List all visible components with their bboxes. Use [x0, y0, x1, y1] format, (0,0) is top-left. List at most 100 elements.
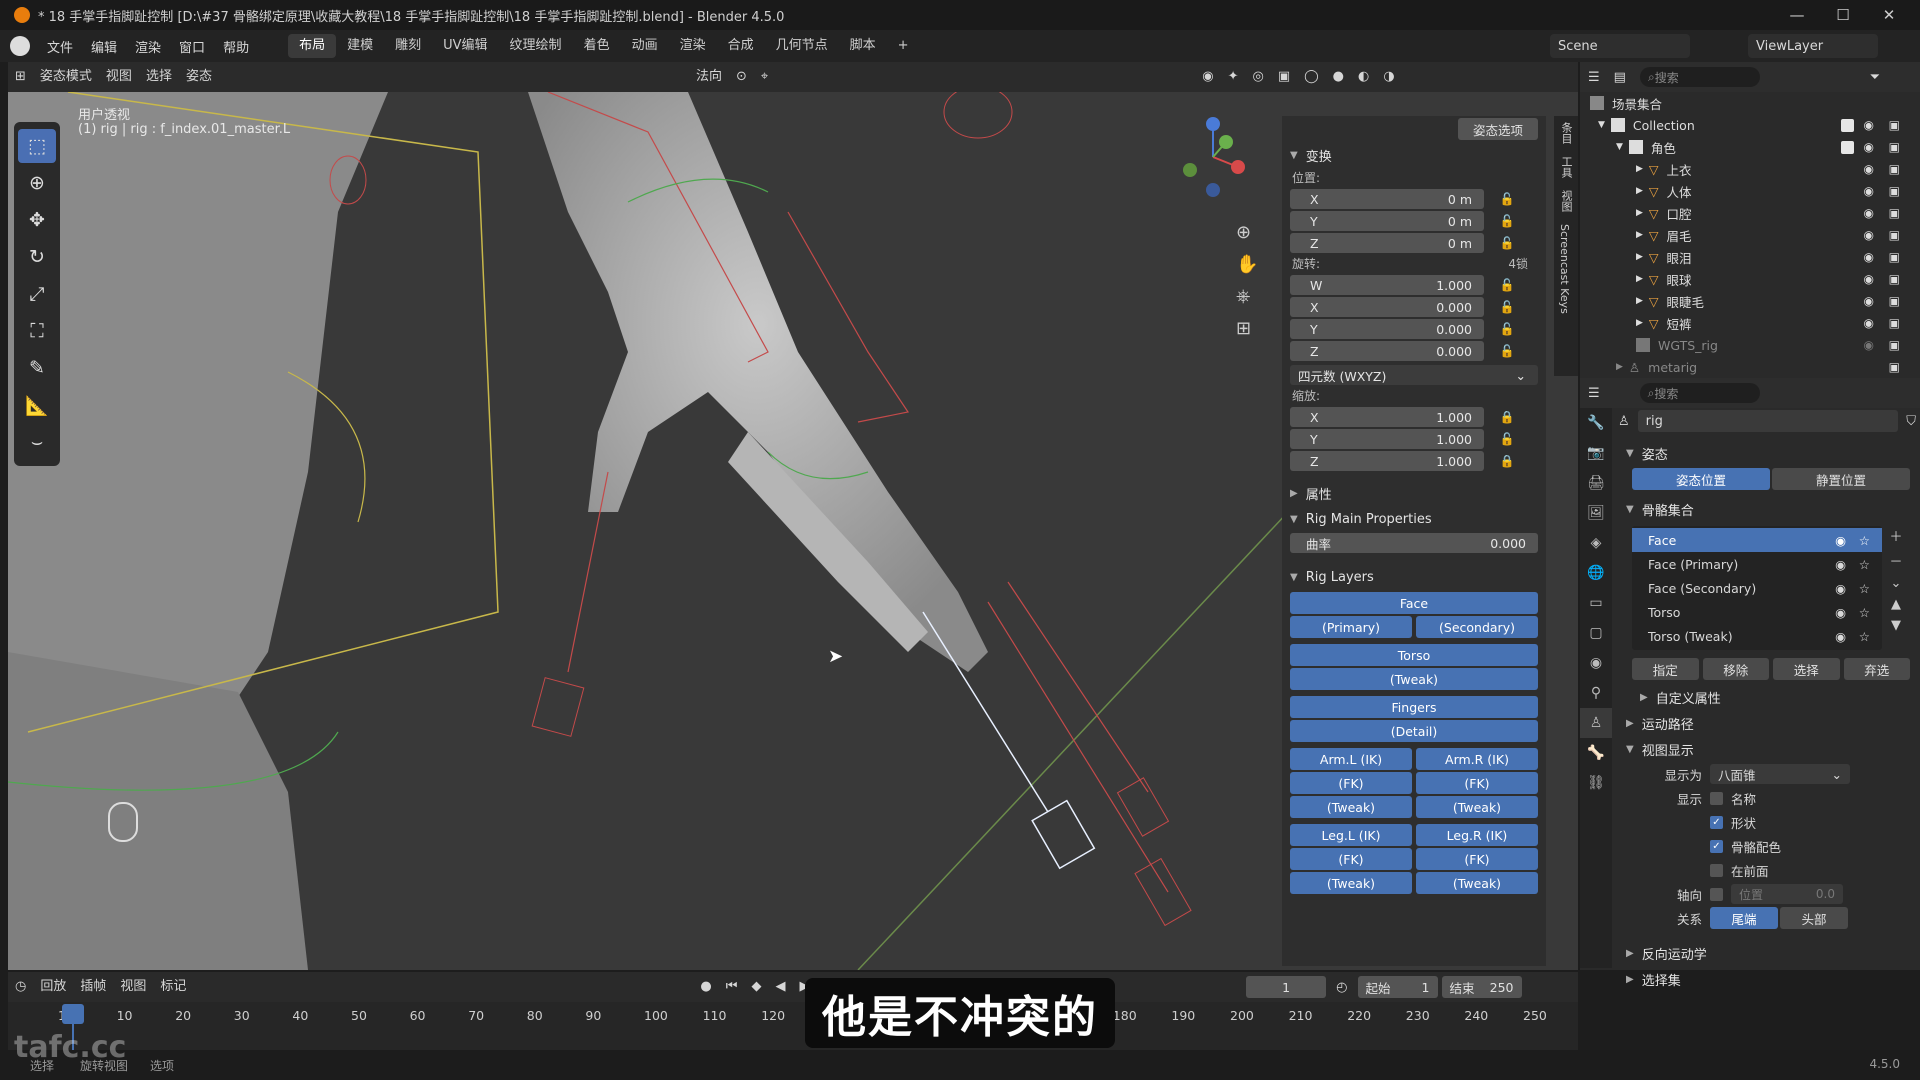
workspace-tab-shading[interactable]: 着色 [573, 34, 621, 58]
properties-search-input[interactable]: ⌕ 搜索 [1639, 383, 1760, 403]
rig-layer-face-primary-button[interactable]: (Primary) [1290, 616, 1412, 638]
menu-select[interactable]: 选择 [139, 66, 179, 88]
curve-field[interactable]: 曲率 0.000 [1290, 533, 1538, 553]
camera-icon[interactable]: ▣ [1889, 338, 1900, 352]
camera-icon[interactable]: ▣ [1889, 162, 1900, 176]
workspace-tab-rendering[interactable]: 渲染 [669, 34, 717, 58]
outliner-wgts-collection[interactable]: WGTS_rig ◉ ▣ [1580, 334, 1920, 356]
close-button[interactable]: ✕ [1866, 0, 1912, 30]
menu-timeline-view[interactable]: 视图 [113, 976, 153, 998]
rest-position-button[interactable]: 静置位置 [1772, 468, 1910, 490]
names-checkbox[interactable] [1710, 791, 1723, 805]
workspace-tab-layout[interactable]: 布局 [288, 34, 337, 58]
axes-position-field[interactable]: 位置 0.0 [1731, 884, 1843, 904]
navigation-gizmo[interactable] [1168, 112, 1258, 202]
lock-closed-icon[interactable]: 🔒 [1496, 454, 1518, 468]
data-tab-icon[interactable]: ♙ [1580, 708, 1612, 738]
mode-selector[interactable]: 姿态模式 [33, 66, 99, 88]
menu-file[interactable]: 文件 [38, 37, 82, 56]
collection-tab-icon[interactable]: ▭ [1580, 588, 1612, 618]
camera-icon[interactable]: ▣ [1889, 272, 1900, 286]
pose-options-button[interactable]: 姿态选项 [1458, 118, 1538, 140]
scale-y-field[interactable]: Y 1.000 [1290, 429, 1484, 449]
outliner-object[interactable]: ▶ ▽ 眼泪 ◉ ▣ [1580, 246, 1920, 268]
workspace-tab-scripting[interactable]: 脚本 [839, 34, 887, 58]
scene-selector[interactable]: Scene [1550, 34, 1690, 58]
add-workspace-button[interactable]: + [887, 34, 920, 58]
motion-paths-header[interactable]: ▶ 运动路径 [1618, 710, 1916, 736]
camera-icon[interactable]: ▣ [1889, 360, 1900, 374]
rig-layer-fingers-button[interactable]: Fingers [1290, 696, 1538, 718]
lock-icon[interactable]: 🔓 [1496, 322, 1518, 336]
list-item[interactable]: Face (Primary) ◉ ☆ [1632, 552, 1882, 576]
lock-icon[interactable]: 🔓 [1496, 432, 1518, 446]
rotation-y-field[interactable]: Y 0.000 [1290, 319, 1484, 339]
tool-tab-icon[interactable]: 🔧 [1580, 408, 1612, 438]
rig-layer-arm-r-tweak-button[interactable]: (Tweak) [1416, 796, 1538, 818]
camera-icon[interactable]: ▣ [1889, 118, 1900, 132]
lock-icon[interactable]: 🔓 [1496, 236, 1518, 250]
eye-icon[interactable]: ◉ [1864, 250, 1874, 264]
outliner-object[interactable]: ▶ ▽ 人体 ◉ ▣ [1580, 180, 1920, 202]
outliner-object[interactable]: ▶ ▽ 眼睫毛 ◉ ▣ [1580, 290, 1920, 312]
eye-icon[interactable]: ◉ [1864, 316, 1874, 330]
outliner-editor-icon[interactable]: ☰ [1588, 70, 1600, 85]
current-frame-field[interactable]: 1 [1246, 976, 1327, 998]
maximize-button[interactable]: ☐ [1820, 0, 1866, 30]
menu-playback[interactable]: 回放 [33, 976, 73, 998]
lock-icon[interactable]: 🔓 [1496, 278, 1518, 292]
outliner-character-collection[interactable]: ▼ 角色 ◉ ▣ [1580, 136, 1920, 158]
camera-icon[interactable]: ▣ [1889, 316, 1900, 330]
display-as-dropdown[interactable]: 八面锥 ⌄ [1710, 764, 1850, 784]
sidebar-tab-view[interactable]: 视图 [1554, 184, 1578, 218]
checkbox[interactable] [1841, 118, 1854, 132]
menu-edit[interactable]: 编辑 [82, 37, 126, 56]
eye-icon[interactable]: ◉ [1864, 118, 1874, 132]
move-up-icon[interactable]: ▲ [1891, 597, 1901, 612]
camera-icon[interactable]: ▣ [1889, 250, 1900, 264]
workspace-tab-modeling[interactable]: 建模 [336, 34, 384, 58]
timeline-editor-icon[interactable]: ◷ [8, 976, 33, 998]
visibility-icon[interactable]: ◉ [1195, 66, 1220, 88]
render-tab-icon[interactable]: 📷 [1580, 438, 1612, 468]
end-frame-field[interactable]: 结束 250 [1441, 976, 1522, 998]
eye-icon[interactable]: ◉ [1864, 338, 1874, 352]
rig-layer-leg-r-tweak-button[interactable]: (Tweak) [1416, 872, 1538, 894]
rig-layer-face-secondary-button[interactable]: (Secondary) [1416, 616, 1538, 638]
pose-section-header[interactable]: ▼ 姿态 [1618, 440, 1916, 466]
jump-start-icon[interactable]: ⏮ [719, 976, 745, 998]
camera-icon[interactable]: ▣ [1889, 228, 1900, 242]
relations-head-button[interactable]: 头部 [1780, 907, 1848, 929]
list-item[interactable]: Torso (Tweak) ◉ ☆ [1632, 624, 1882, 648]
eye-icon[interactable]: ◉ [1864, 228, 1874, 242]
bone-tab-icon[interactable]: 🦴 [1580, 738, 1612, 768]
filter-icon[interactable]: ⏷ [1870, 70, 1880, 85]
lock-icon[interactable]: 🔓 [1496, 192, 1518, 206]
rig-layer-leg-l-fk-button[interactable]: (FK) [1290, 848, 1412, 870]
snap-icon[interactable]: ⌖ [754, 66, 775, 88]
outliner-collection[interactable]: ▼ Collection ◉ ▣ [1580, 114, 1920, 136]
world-tab-icon[interactable]: 🌐 [1580, 558, 1612, 588]
sidebar-tab-screencast[interactable]: Screencast Keys [1554, 218, 1575, 320]
workspace-tab-geonodes[interactable]: 几何节点 [765, 34, 839, 58]
outliner-search-input[interactable]: ⌕ 搜索 [1639, 67, 1760, 87]
rig-layers-panel-header[interactable]: ▼ Rig Layers [1282, 564, 1546, 590]
remove-button[interactable]: 移除 [1702, 658, 1769, 680]
select-button[interactable]: 选择 [1773, 658, 1840, 680]
rig-layer-leg-l-tweak-button[interactable]: (Tweak) [1290, 872, 1412, 894]
cursor-tool-icon[interactable]: ⊕ [18, 166, 56, 200]
ortho-grid-icon[interactable]: ⊞ [1236, 318, 1251, 339]
chevron-down-icon[interactable]: ⌄ [1891, 576, 1902, 591]
rig-layer-arm-r-ik-button[interactable]: Arm.R (IK) [1416, 748, 1538, 770]
properties-editor-icon[interactable]: ☰ [1588, 386, 1600, 401]
output-tab-icon[interactable]: 🖨 [1580, 468, 1612, 498]
camera-view-icon[interactable]: ⎈ [1236, 286, 1250, 307]
rig-layer-leg-r-ik-button[interactable]: Leg.R (IK) [1416, 824, 1538, 846]
pivot-icon[interactable]: ⊙ [729, 66, 754, 88]
rig-layer-face-button[interactable]: Face [1290, 592, 1538, 614]
shading-wireframe-icon[interactable]: ◯ [1297, 66, 1326, 88]
use-preview-range-icon[interactable]: ◴ [1336, 980, 1347, 995]
location-x-field[interactable]: X0 m [1290, 189, 1484, 209]
workspace-tab-compositing[interactable]: 合成 [717, 34, 765, 58]
pose-position-button[interactable]: 姿态位置 [1632, 468, 1770, 490]
